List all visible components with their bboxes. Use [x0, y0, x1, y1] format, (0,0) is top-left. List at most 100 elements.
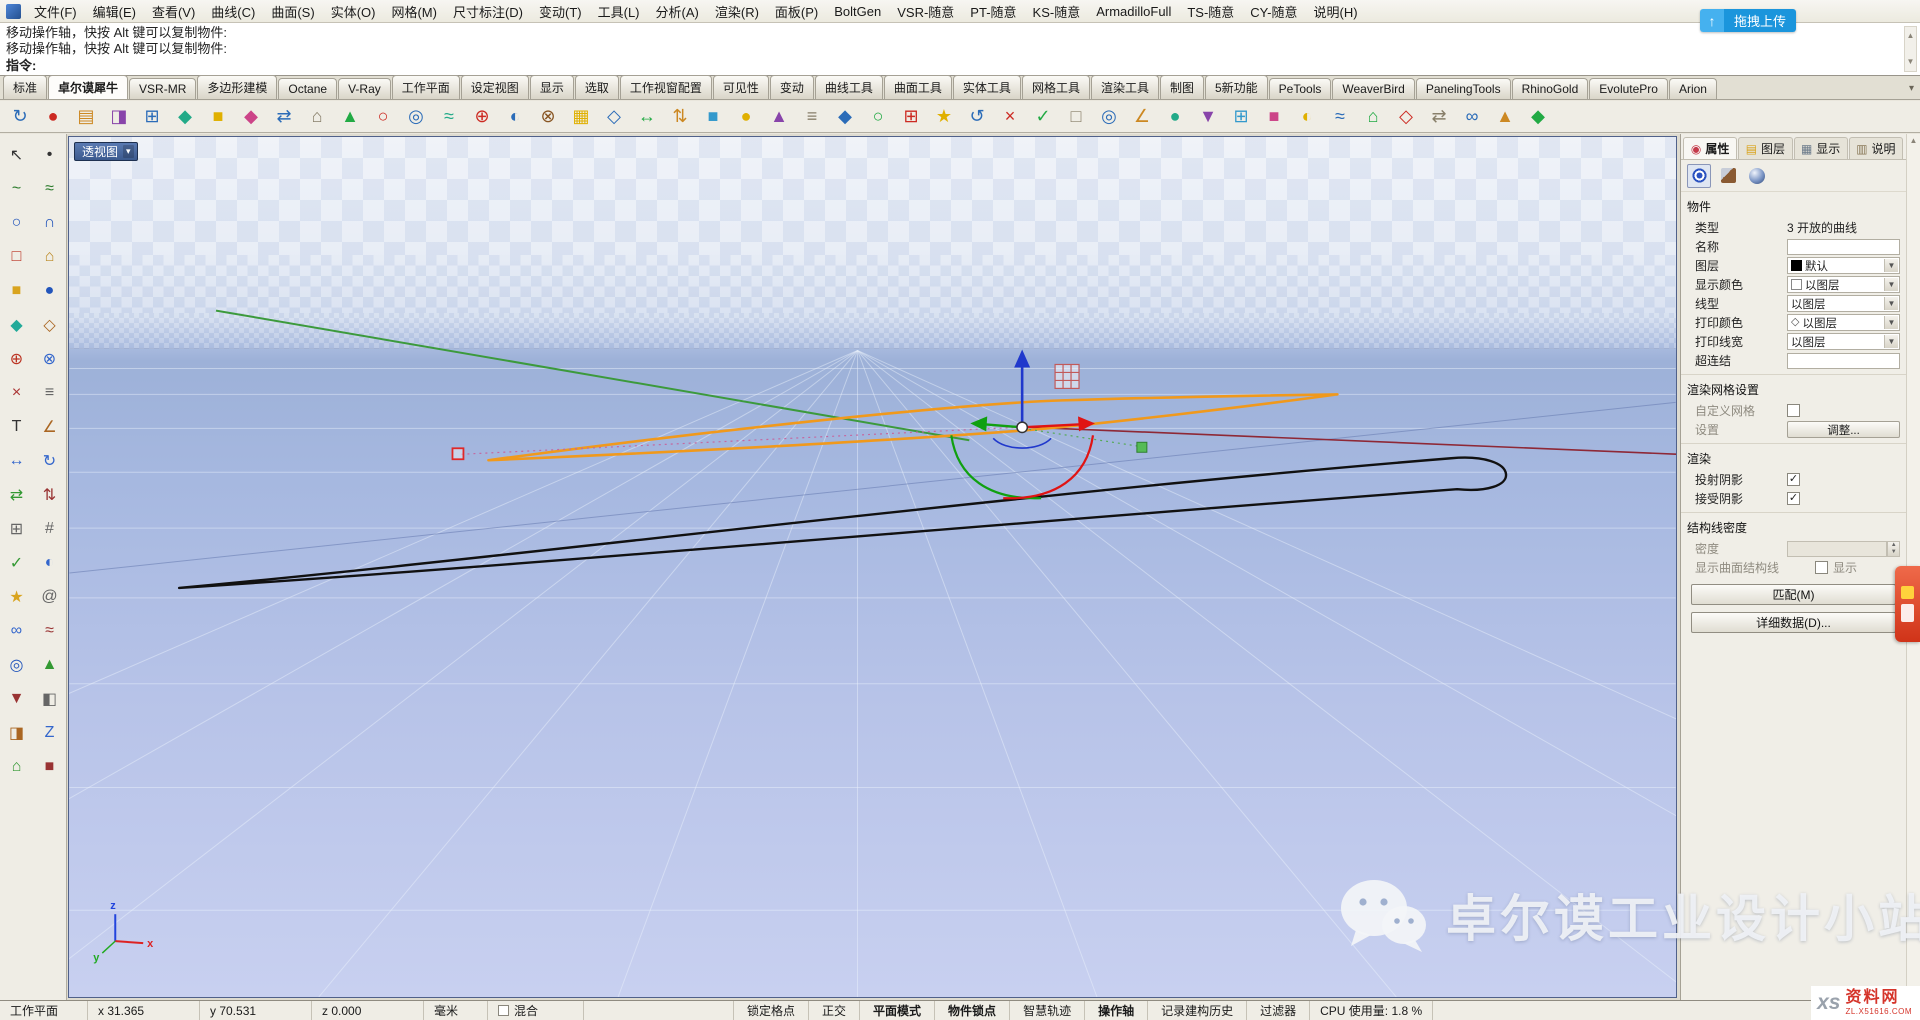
toolbar-tab[interactable]: 渲染工具 [1091, 75, 1159, 99]
status-toggle[interactable]: 智慧轨迹 [1010, 1001, 1085, 1020]
toolbar-icon[interactable]: ○ [864, 103, 892, 131]
sidebar-tool-icon[interactable]: T [3, 413, 30, 440]
linetype-select[interactable]: 以图层 ▼ [1787, 295, 1900, 312]
sidebar-tool-icon[interactable]: ∞ [3, 617, 30, 644]
toolbar-icon[interactable]: ■ [699, 103, 727, 131]
sidebar-tool-icon[interactable]: ▼ [3, 685, 30, 712]
menu-item[interactable]: TS-随意 [1179, 0, 1242, 23]
toolbar-icon[interactable]: ◎ [402, 103, 430, 131]
scroll-up-icon[interactable]: ▲ [1910, 136, 1918, 145]
toolbar-icon[interactable]: ● [732, 103, 760, 131]
menu-item[interactable]: 工具(L) [590, 0, 648, 23]
toolbar-tab[interactable]: 网格工具 [1022, 75, 1090, 99]
toolbar-tab[interactable]: 曲面工具 [884, 75, 952, 99]
status-toggle[interactable]: 记录建构历史 [1148, 1001, 1247, 1020]
toolbar-icon[interactable]: ◆ [171, 103, 199, 131]
toolbar-icon[interactable]: ◆ [831, 103, 859, 131]
app-icon[interactable] [6, 4, 21, 19]
menu-item[interactable]: 变动(T) [531, 0, 590, 23]
toolbar-icon[interactable]: ▲ [765, 103, 793, 131]
menu-item[interactable]: PT-随意 [962, 0, 1024, 23]
sidebar-tool-icon[interactable]: ■ [36, 753, 63, 780]
menu-item[interactable]: 网格(M) [383, 0, 445, 23]
toolbar-icon[interactable]: ↻ [6, 103, 34, 131]
toolbar-tab[interactable]: 制图 [1160, 75, 1204, 99]
status-toggle[interactable]: 物件锁点 [935, 1001, 1010, 1020]
hyperlink-input[interactable] [1787, 353, 1900, 369]
sidebar-tool-icon[interactable]: ↻ [36, 447, 63, 474]
gumball-center-handle[interactable] [1017, 422, 1027, 432]
toolbar-tab[interactable]: Arion [1669, 78, 1717, 99]
sidebar-tool-icon[interactable]: ■ [3, 277, 30, 304]
density-spinner[interactable]: ▲ ▼ [1887, 541, 1900, 557]
scroll-up-icon[interactable]: ▲ [1907, 28, 1915, 44]
menu-item[interactable]: 面板(P) [767, 0, 826, 23]
toolbar-icon[interactable]: ∞ [1458, 103, 1486, 131]
toolbar-tab[interactable]: 可见性 [713, 75, 769, 99]
toolbar-icon[interactable]: ≡ [798, 103, 826, 131]
toolbar-tab[interactable]: 曲线工具 [815, 75, 883, 99]
toolbar-icon[interactable]: ■ [204, 103, 232, 131]
sidebar-tool-icon[interactable]: ★ [3, 583, 30, 610]
sidebar-tool-icon[interactable]: ◐ [36, 549, 63, 576]
sidebar-tool-icon[interactable]: # [36, 515, 63, 542]
toolbar-icon[interactable]: ◇ [600, 103, 628, 131]
toolbar-icon[interactable]: ⊕ [468, 103, 496, 131]
sidebar-tool-icon[interactable]: ∠ [36, 413, 63, 440]
toolbar-icon[interactable]: ● [39, 103, 67, 131]
command-prompt-input[interactable]: 指令: [6, 57, 1920, 74]
sidebar-tool-icon[interactable]: @ [36, 583, 63, 610]
sidebar-tool-icon[interactable]: ⊕ [3, 345, 30, 372]
sidebar-tool-icon[interactable]: ⇅ [36, 481, 63, 508]
receive-shadows-checkbox[interactable]: ✓ [1787, 492, 1800, 505]
gumball-rotate-blue-arc[interactable] [993, 438, 1051, 448]
chevron-down-icon[interactable]: ▼ [1884, 259, 1898, 272]
toolbar-tab[interactable]: 变动 [770, 75, 814, 99]
toolbar-tab[interactable]: 工作平面 [392, 75, 460, 99]
show-isocurves-checkbox[interactable] [1815, 561, 1828, 574]
menu-item[interactable]: 说明(H) [1306, 0, 1366, 23]
cplane-grid-widget[interactable] [1055, 364, 1079, 388]
perspective-viewport[interactable]: z x y 透视图 ▾ [68, 136, 1677, 998]
toolbar-icon[interactable]: ◐ [1293, 103, 1321, 131]
toolbar-tab[interactable]: VSR-MR [129, 78, 196, 99]
toolbar-icon[interactable]: ● [1161, 103, 1189, 131]
toolbar-icon[interactable]: ✓ [1029, 103, 1057, 131]
toolbar-icon[interactable]: ◆ [1524, 103, 1552, 131]
toolbar-icon[interactable]: □ [1062, 103, 1090, 131]
toolbar-icon[interactable]: ★ [930, 103, 958, 131]
toolbar-icon[interactable]: ▲ [336, 103, 364, 131]
menu-item[interactable]: 曲线(C) [203, 0, 263, 23]
gumball-handle-green-square[interactable] [1137, 442, 1147, 452]
menu-item[interactable]: 文件(F) [26, 0, 85, 23]
menu-item[interactable]: KS-随意 [1025, 0, 1089, 23]
match-button[interactable]: 匹配(M) [1691, 584, 1896, 605]
toolbar-icon[interactable]: ▤ [72, 103, 100, 131]
menu-item[interactable]: 实体(O) [323, 0, 384, 23]
print-color-select[interactable]: ◇ 以图层 ▼ [1787, 314, 1900, 331]
sidebar-tool-icon[interactable]: × [3, 379, 30, 406]
menu-item[interactable]: BoltGen [826, 2, 889, 21]
menu-item[interactable]: ArmadilloFull [1088, 2, 1179, 21]
cplane-button[interactable]: 工作平面 [0, 1001, 88, 1020]
print-width-select[interactable]: 以图层 ▼ [1787, 333, 1900, 350]
toolbar-icon[interactable]: ○ [369, 103, 397, 131]
panel-tab[interactable]: ◉ 属性 [1683, 137, 1737, 159]
floating-shortcut-widget[interactable] [1895, 566, 1920, 642]
sidebar-tool-icon[interactable]: • [36, 141, 63, 168]
toolbar-tab[interactable]: PanelingTools [1416, 78, 1511, 99]
sidebar-tool-icon[interactable]: ⌂ [3, 753, 30, 780]
name-input[interactable] [1787, 239, 1900, 255]
sidebar-tool-icon[interactable]: ○ [3, 209, 30, 236]
spin-up-icon[interactable]: ▲ [1891, 542, 1897, 548]
sidebar-tool-icon[interactable]: ≈ [36, 175, 63, 202]
status-toggle[interactable]: 锁定格点 [734, 1001, 809, 1020]
sidebar-tool-icon[interactable]: ⊞ [3, 515, 30, 542]
toolbar-icon[interactable]: ▲ [1491, 103, 1519, 131]
scroll-down-icon[interactable]: ▼ [1907, 54, 1915, 70]
toolbar-icon[interactable]: ⇄ [270, 103, 298, 131]
menu-item[interactable]: 查看(V) [144, 0, 203, 23]
toolbar-tab[interactable]: 显示 [530, 75, 574, 99]
toolbar-icon[interactable]: ⊞ [138, 103, 166, 131]
toolbar-icon[interactable]: ◨ [105, 103, 133, 131]
